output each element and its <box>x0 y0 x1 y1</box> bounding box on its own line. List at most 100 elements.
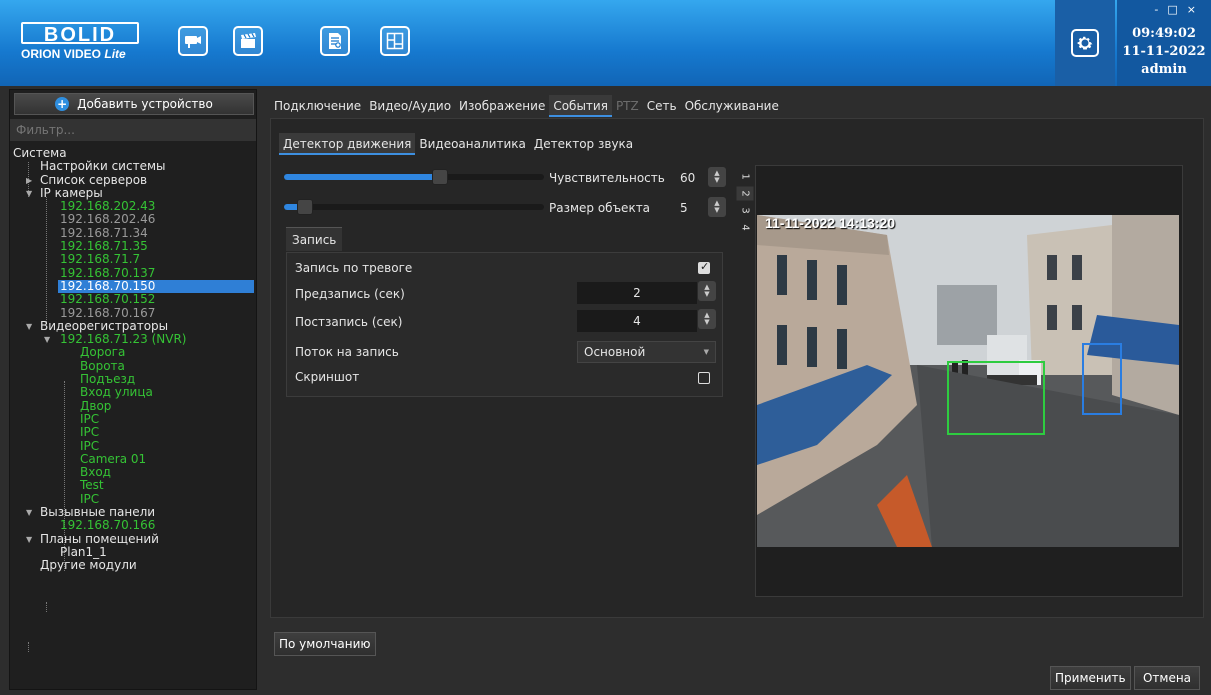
tree-root-label: Система <box>13 146 67 160</box>
tab-motion-detector[interactable]: Детектор движения <box>279 133 416 155</box>
sensitivity-fill <box>284 174 440 180</box>
camera-item[interactable]: 192.168.71.35 <box>10 239 256 253</box>
nvr-channel[interactable]: IPC <box>10 438 256 453</box>
channel-label: Camera 01 <box>80 451 147 466</box>
tree-item-server-list[interactable]: ▶ Список серверов <box>10 172 256 187</box>
stream-select[interactable]: Основной ▼ <box>577 341 716 363</box>
tab-image[interactable]: Изображение <box>455 95 549 117</box>
default-button[interactable]: По умолчанию <box>274 632 376 656</box>
close-button[interactable]: × <box>1187 3 1205 16</box>
camera-item[interactable]: 192.168.202.43 <box>10 199 256 213</box>
apply-button[interactable]: Применить <box>1050 666 1131 690</box>
camera-item[interactable]: 192.168.70.152 <box>10 292 256 306</box>
tree-item-label: Список серверов <box>40 172 148 187</box>
tab-connection[interactable]: Подключение <box>270 95 365 117</box>
postrecord-spinner[interactable]: ▲ ▼ <box>698 309 716 329</box>
tree-item-nvr[interactable]: ▼ 192.168.71.23 (NVR) <box>10 332 256 346</box>
add-device-button[interactable]: + Добавить устройство <box>14 93 254 115</box>
zone-tab-2[interactable]: 2 <box>736 186 754 201</box>
nvr-channel[interactable]: Вход <box>10 465 256 479</box>
collapse-arrow-icon[interactable]: ▼ <box>26 187 32 200</box>
cancel-button[interactable]: Отмена <box>1134 666 1200 690</box>
chevron-down-icon[interactable]: ▼ <box>714 177 719 184</box>
logo: BOLID ORION VIDEO Lite <box>21 22 141 66</box>
channel-label: IPC <box>80 438 100 453</box>
camera-item[interactable]: 192.168.71.34 <box>10 225 256 240</box>
minimize-button[interactable]: - <box>1154 3 1167 16</box>
report-icon[interactable] <box>320 26 350 56</box>
maximize-button[interactable]: □ <box>1167 3 1186 16</box>
postrecord-input[interactable]: 4 <box>577 310 697 332</box>
sensitivity-slider[interactable] <box>284 169 544 185</box>
tab-video-audio[interactable]: Видео/Аудио <box>365 95 455 117</box>
tree-root[interactable]: Система <box>10 146 256 160</box>
settings-button[interactable] <box>1055 0 1115 86</box>
nvr-channel[interactable]: Вход улица <box>10 386 256 400</box>
stream-select-value: Основной <box>584 345 646 359</box>
filter-input[interactable] <box>10 119 256 141</box>
floor-plan-item[interactable]: Plan1_1 <box>10 544 256 559</box>
collapse-arrow-icon[interactable]: ▼ <box>26 533 32 546</box>
nvr-channel[interactable]: IPC <box>10 425 256 439</box>
camera-item[interactable]: 192.168.71.7 <box>10 253 256 267</box>
prerecord-spinner[interactable]: ▲ ▼ <box>698 281 716 301</box>
floor-plan-label: Plan1_1 <box>60 544 107 559</box>
chevron-down-icon[interactable]: ▼ <box>704 291 709 298</box>
tab-network[interactable]: Сеть <box>643 95 681 117</box>
camera-item[interactable]: 192.168.70.167 <box>10 306 256 320</box>
tab-maintenance[interactable]: Обслуживание <box>681 95 783 117</box>
zone-tab-1[interactable]: 1 <box>737 170 754 184</box>
camera-preview[interactable]: 11-11-2022 14:13:20 <box>757 215 1179 547</box>
camera-item[interactable]: 192.168.70.137 <box>10 266 256 280</box>
collapse-arrow-icon[interactable]: ▼ <box>26 320 32 333</box>
tree-item-recorders[interactable]: ▼ Видеорегистраторы <box>10 319 256 333</box>
camera-item-selected[interactable]: 192.168.70.150 <box>10 279 256 294</box>
clapperboard-icon[interactable] <box>233 26 263 56</box>
camera-icon[interactable] <box>178 26 208 56</box>
channel-label: Подъезд <box>80 372 136 387</box>
object-size-handle[interactable] <box>297 199 313 215</box>
zone-tab-3[interactable]: 3 <box>737 204 754 218</box>
sensitivity-value[interactable]: 60 <box>680 171 695 185</box>
recording-tab[interactable]: Запись <box>286 227 343 251</box>
nvr-channel[interactable]: Двор <box>10 399 256 413</box>
expand-arrow-icon[interactable]: ▶ <box>26 174 32 187</box>
tree-item-floor-plans[interactable]: ▼ Планы помещений <box>10 532 256 546</box>
event-subtabs: Детектор движения Видеоаналитика Детекто… <box>279 133 637 155</box>
nvr-channel[interactable]: IPC <box>10 412 256 426</box>
sensitivity-handle[interactable] <box>432 169 448 185</box>
nvr-channel[interactable]: Подъезд <box>10 372 256 387</box>
nvr-channel[interactable]: Ворота <box>10 359 256 373</box>
camera-item[interactable]: 192.168.202.46 <box>10 213 256 227</box>
channel-label: Test <box>80 478 104 493</box>
prerecord-input[interactable]: 2 <box>577 282 697 304</box>
zone-tab-4[interactable]: 4 <box>737 221 754 235</box>
alarm-record-checkbox[interactable] <box>698 260 710 274</box>
tree-item-ip-cameras[interactable]: ▼ IP камеры <box>10 185 256 200</box>
sensitivity-spinner[interactable]: ▲ ▼ <box>708 167 726 187</box>
object-size-value[interactable]: 5 <box>680 201 688 215</box>
tree-item-system-settings[interactable]: Настройки системы <box>10 159 256 173</box>
plan-icon[interactable] <box>380 26 410 56</box>
collapse-arrow-icon[interactable]: ▼ <box>26 506 32 519</box>
tree-item-call-panels[interactable]: ▼ Вызывные панели <box>10 505 256 519</box>
nvr-channel[interactable]: Test <box>10 478 256 493</box>
tab-sound-detector[interactable]: Детектор звука <box>530 133 637 155</box>
camera-label: 192.168.71.34 <box>60 225 148 240</box>
call-panel-item[interactable]: 192.168.70.166 <box>10 519 256 533</box>
tree-item-label: IP камеры <box>40 185 103 200</box>
tab-video-analytics[interactable]: Видеоаналитика <box>415 133 529 155</box>
detection-zone-green[interactable] <box>947 361 1045 435</box>
object-size-slider[interactable] <box>284 199 544 215</box>
nvr-channel[interactable]: Camera 01 <box>10 451 256 466</box>
tab-events[interactable]: События <box>549 95 612 117</box>
object-size-spinner[interactable]: ▲ ▼ <box>708 197 726 217</box>
nvr-channel[interactable]: IPC <box>10 492 256 506</box>
chevron-down-icon[interactable]: ▼ <box>714 207 719 214</box>
tree-item-other-modules[interactable]: Другие модули <box>10 558 256 572</box>
chevron-down-icon[interactable]: ▼ <box>704 319 709 326</box>
collapse-arrow-icon[interactable]: ▼ <box>44 333 50 346</box>
detection-zone-blue[interactable] <box>1082 343 1122 415</box>
nvr-channel[interactable]: Дорога <box>10 346 256 360</box>
screenshot-checkbox[interactable] <box>698 372 710 384</box>
